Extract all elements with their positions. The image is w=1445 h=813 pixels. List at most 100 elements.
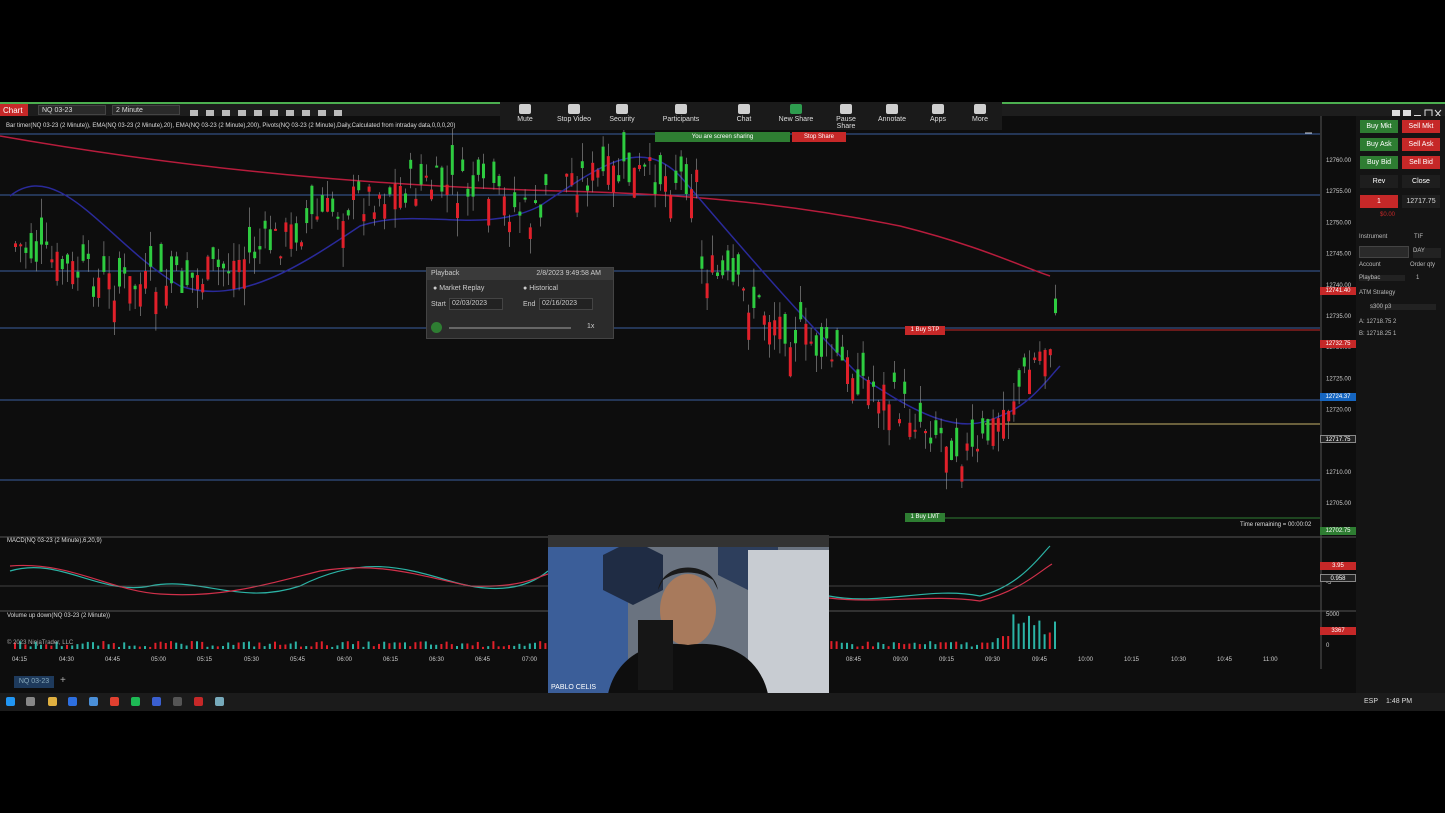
market-replay-radio[interactable]: ● Market Replay <box>433 285 484 292</box>
volume-tag: 3367 <box>1320 627 1356 635</box>
candle-body <box>1002 409 1005 439</box>
candle-body <box>211 247 215 259</box>
playback-header: Playback 2/8/2023 9:49:58 AM <box>427 268 613 280</box>
volume-bar <box>393 642 396 649</box>
candle-body <box>596 169 600 178</box>
drawing-tools[interactable] <box>188 106 358 118</box>
sell-ask-button[interactable]: Sell Ask <box>1402 138 1440 151</box>
zoom-new-share-button[interactable]: New Share <box>776 104 816 123</box>
search-icon[interactable] <box>26 697 35 706</box>
atm-select[interactable]: s300 p3 <box>1370 304 1436 310</box>
zoom-annotate-button[interactable]: Annotate <box>872 104 912 123</box>
playback-speed-slider[interactable] <box>449 327 571 329</box>
volume-bar <box>903 644 906 649</box>
zoom-more-button[interactable]: More <box>960 104 1000 123</box>
language-indicator[interactable]: ESP <box>1364 698 1378 705</box>
file-explorer-icon[interactable] <box>48 697 57 706</box>
volume-bar <box>216 646 219 649</box>
zoom-participants-button[interactable]: Participants <box>661 104 701 123</box>
buy-ask-button[interactable]: Buy Ask <box>1360 138 1398 151</box>
candle-body <box>1033 357 1037 361</box>
candle-body <box>185 260 189 286</box>
volume-bar <box>305 646 308 649</box>
instrument-select[interactable]: NQ 03-23 <box>38 105 106 115</box>
instrument-select-panel[interactable] <box>1359 246 1409 258</box>
historical-radio[interactable]: ● Historical <box>523 285 558 292</box>
zoom-security-button[interactable]: Security <box>602 104 642 123</box>
tab-nq-03-23[interactable]: NQ 03-23 <box>14 676 54 688</box>
candle-body <box>107 273 111 290</box>
zoom-chat-button[interactable]: Chat <box>724 104 764 123</box>
stop-share-button[interactable]: Stop Share <box>792 132 846 142</box>
ninjatrader-icon[interactable] <box>194 697 203 706</box>
candle-body <box>742 288 745 291</box>
playback-datetime: 2/8/2023 9:49:58 AM <box>536 270 601 277</box>
zoom-button-label: Annotate <box>877 116 907 123</box>
volume-axis-lo: 0 <box>1326 643 1330 649</box>
rev-button[interactable]: Rev <box>1360 175 1398 188</box>
candle-body <box>471 175 475 197</box>
close-button[interactable]: Close <box>1402 175 1440 188</box>
volume-bar <box>1012 614 1015 649</box>
volume-bar <box>419 641 422 649</box>
window-controls[interactable] <box>1392 106 1442 118</box>
tif-select[interactable]: DAY <box>1413 248 1441 258</box>
volume-bar <box>996 638 999 649</box>
spotify-icon[interactable] <box>131 697 140 706</box>
volume-label: Volume up down(NQ 03-23 (2 Minute)) <box>7 613 111 619</box>
start-label: Start <box>431 301 446 308</box>
app-icon-2[interactable] <box>152 697 161 706</box>
chrome-icon[interactable] <box>110 697 119 706</box>
candle-body <box>965 443 969 451</box>
candle-body <box>1054 298 1057 314</box>
volume-bar <box>138 646 141 649</box>
interval-select[interactable]: 2 Minute <box>112 105 180 115</box>
app-icon-1[interactable] <box>89 697 98 706</box>
zoom-mute-button[interactable]: Mute <box>505 104 545 123</box>
buy-bid-button[interactable]: Buy Bid <box>1360 156 1398 169</box>
candle-body <box>1038 351 1042 361</box>
app-icon-3[interactable] <box>173 697 182 706</box>
zoom-pause-share-button[interactable]: Pause Share <box>826 104 866 130</box>
sell-mkt-button[interactable]: Sell Mkt <box>1402 120 1440 133</box>
order-qty-input[interactable]: 1 <box>1416 275 1419 281</box>
candle-body <box>378 194 381 199</box>
end-date-field[interactable]: 02/16/2023 <box>539 298 593 310</box>
volume-bar <box>1054 621 1056 649</box>
volume-bar <box>268 643 271 649</box>
volume-bar <box>346 641 349 649</box>
candle-body <box>939 427 943 434</box>
add-tab-icon[interactable]: + <box>60 675 66 686</box>
sell-bid-button[interactable]: Sell Bid <box>1402 156 1440 169</box>
account-select[interactable]: Playbac <box>1359 275 1405 281</box>
play-icon[interactable] <box>431 322 442 333</box>
volume-bar <box>190 641 193 649</box>
buy-stp-order[interactable]: 1 Buy STP <box>905 326 945 335</box>
candle-body <box>877 401 881 414</box>
candle-body <box>721 260 725 276</box>
buy-lmt-order[interactable]: 1 Buy LMT <box>905 513 945 522</box>
time-axis-label: 06:15 <box>383 657 399 663</box>
app-icon-4[interactable] <box>215 697 224 706</box>
order-entry-panel: Buy Mkt Sell Mkt Buy Ask Sell Ask Buy Bi… <box>1356 116 1445 711</box>
zoom-button-label: New Share <box>778 116 814 123</box>
buy-mkt-button[interactable]: Buy Mkt <box>1360 120 1398 133</box>
candle-body <box>274 228 277 231</box>
sharing-status: You are screen sharing <box>655 132 790 142</box>
candle-body <box>986 419 990 441</box>
time-axis-label: 04:45 <box>105 657 121 663</box>
candle-body <box>887 404 891 431</box>
candle-body <box>513 192 517 208</box>
candle-body <box>456 203 459 219</box>
zoom-app-icon[interactable] <box>68 697 77 706</box>
time-remaining: Time remaining = 00:00:02 <box>1240 522 1312 528</box>
zoom-apps-button[interactable]: Apps <box>918 104 958 123</box>
candle-body <box>128 276 132 304</box>
volume-bar <box>372 646 375 649</box>
candle-body <box>419 163 423 185</box>
windows-start-icon[interactable] <box>6 697 15 706</box>
start-date-field[interactable]: 02/03/2023 <box>449 298 503 310</box>
zoom-stop-video-button[interactable]: Stop Video <box>554 104 594 123</box>
volume-bar <box>118 646 120 649</box>
candle-body <box>872 381 875 387</box>
